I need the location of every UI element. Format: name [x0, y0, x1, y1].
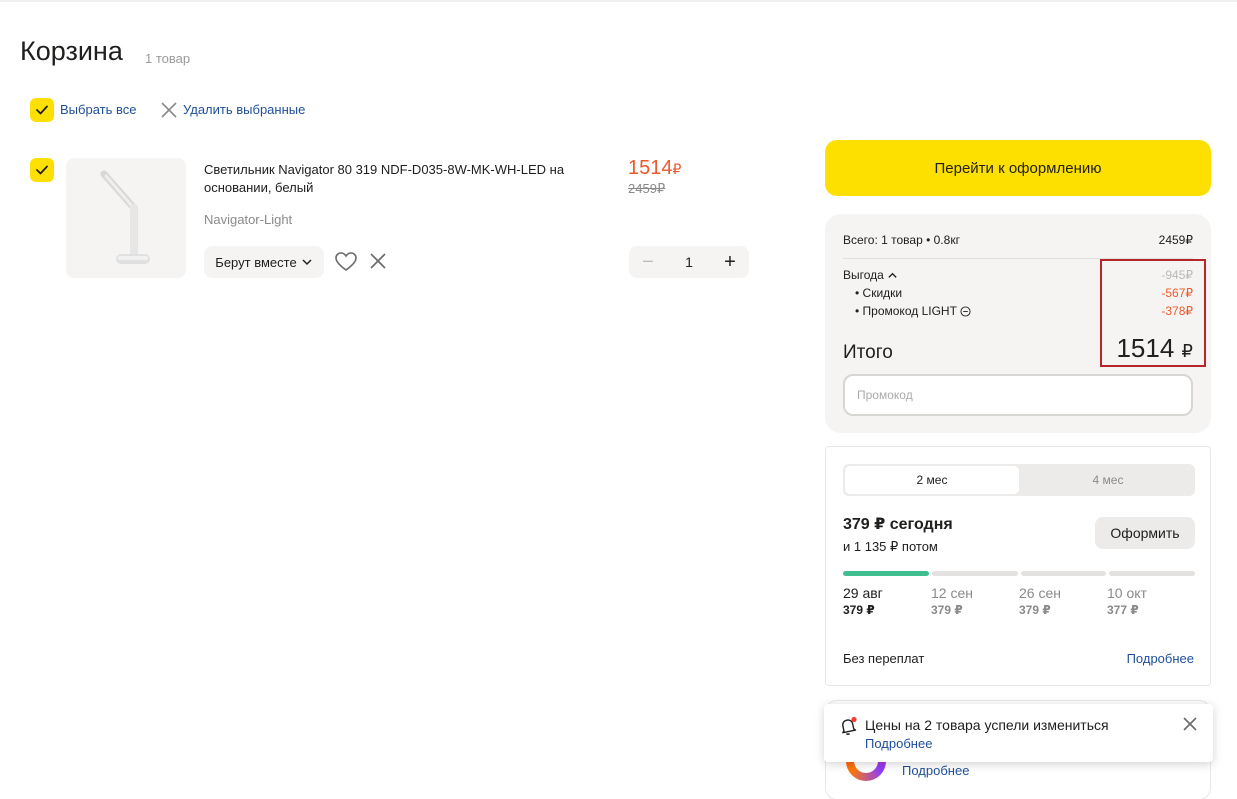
chevron-up-icon [888, 272, 897, 278]
split-payment-date: 12 сен [931, 585, 973, 601]
product-image[interactable] [66, 158, 186, 278]
lamp-icon [100, 170, 150, 264]
split-payment-amount: 379 ₽ [843, 603, 875, 617]
delete-selected-link[interactable]: Удалить выбранные [183, 102, 305, 117]
promocode-input[interactable] [843, 374, 1193, 416]
tab-2-months[interactable]: 2 мес [845, 466, 1019, 494]
grand-total-label: Итого [843, 342, 893, 363]
promo-card-more-link[interactable]: Подробнее [902, 763, 969, 778]
product-title[interactable]: Светильник Navigator 80 319 NDF-D035-8W-… [204, 161, 584, 197]
split-schedule: 29 авг 379 ₽ 12 сен 379 ₽ 26 сен 379 ₽ 1… [843, 585, 1195, 617]
split-tabs: 2 мес 4 мес [843, 464, 1195, 496]
page-title: Корзина [20, 36, 123, 66]
split-progress [843, 571, 1195, 576]
select-all-checkbox[interactable] [30, 98, 54, 122]
quantity-stepper: − 1 + [629, 246, 749, 278]
split-payment: 26 сен 379 ₽ [1019, 585, 1107, 617]
item-count: 1 товар [145, 51, 191, 66]
quantity-decrease-button[interactable]: − [637, 251, 659, 273]
bought-together-button[interactable]: Берут вместе [204, 246, 324, 278]
split-payment-date: 10 окт [1107, 585, 1147, 601]
highlight-box [1100, 259, 1206, 367]
select-all-link[interactable]: Выбрать все [60, 102, 136, 117]
split-payment-card: 2 мес 4 мес 379 ₽ сегодня и 1 135 ₽ пото… [825, 446, 1211, 686]
split-payment: 10 окт 377 ₽ [1107, 585, 1195, 617]
promocode-label: • Промокод LIGHT [855, 304, 957, 318]
quantity-increase-button[interactable]: + [719, 251, 741, 273]
split-progress-segment [931, 571, 1018, 576]
split-progress-segment [1020, 571, 1107, 576]
bell-icon [842, 716, 857, 735]
top-border [0, 0, 1237, 2]
split-more-link[interactable]: Подробнее [1127, 651, 1194, 666]
split-payment-amount: 379 ₽ [1019, 603, 1051, 617]
check-icon [36, 165, 48, 175]
checkout-button[interactable]: Перейти к оформлению [825, 140, 1211, 196]
no-overpay-label: Без переплат [843, 651, 925, 666]
split-payment-amount: 379 ₽ [931, 603, 963, 617]
bought-together-label: Берут вместе [215, 254, 297, 270]
close-icon[interactable] [1182, 716, 1198, 732]
heart-icon[interactable] [334, 250, 358, 274]
price-value: 1514 [628, 157, 673, 179]
order-summary: Всего: 1 товар • 0.8кг 2459₽ Выгода -945… [825, 214, 1211, 433]
discounts-label: • Скидки [855, 286, 903, 300]
split-payment: 29 авг 379 ₽ [843, 585, 931, 617]
product-price: 1514₽ [628, 157, 681, 180]
split-payment-date: 26 сен [1019, 585, 1061, 601]
split-later-amount: и 1 135 ₽ потом [843, 539, 938, 554]
toast-more-link[interactable]: Подробнее [865, 736, 932, 751]
product-brand[interactable]: Navigator-Light [204, 212, 292, 227]
quantity-value: 1 [685, 254, 693, 270]
promocode-row: • Промокод LIGHT [855, 304, 971, 318]
total-items-label: Всего: 1 товар • 0.8кг [843, 233, 960, 247]
total-items-value: 2459₽ [1158, 233, 1193, 247]
split-checkout-button[interactable]: Оформить [1095, 517, 1195, 549]
tab-4-months[interactable]: 4 мес [1021, 464, 1195, 496]
split-progress-segment [1109, 571, 1195, 576]
check-icon [36, 105, 48, 115]
split-payment-amount: 377 ₽ [1107, 603, 1139, 617]
close-icon[interactable] [368, 251, 388, 271]
minus-circle-icon[interactable] [960, 305, 971, 317]
benefit-toggle[interactable]: Выгода [843, 268, 898, 282]
benefit-label: Выгода [843, 268, 884, 282]
product-old-price: 2459₽ [628, 181, 666, 196]
split-payment-date: 29 авг [843, 585, 883, 601]
split-today-amount: 379 ₽ сегодня [843, 516, 953, 533]
price-currency: ₽ [672, 161, 682, 177]
toast-message: Цены на 2 товара успели измениться [865, 717, 1109, 733]
chevron-down-icon [302, 259, 312, 266]
close-icon[interactable] [160, 101, 178, 119]
split-payment: 12 сен 379 ₽ [931, 585, 1019, 617]
split-progress-segment [843, 571, 929, 576]
product-checkbox[interactable] [30, 158, 54, 182]
price-change-toast: Цены на 2 товара успели измениться Подро… [824, 704, 1213, 762]
